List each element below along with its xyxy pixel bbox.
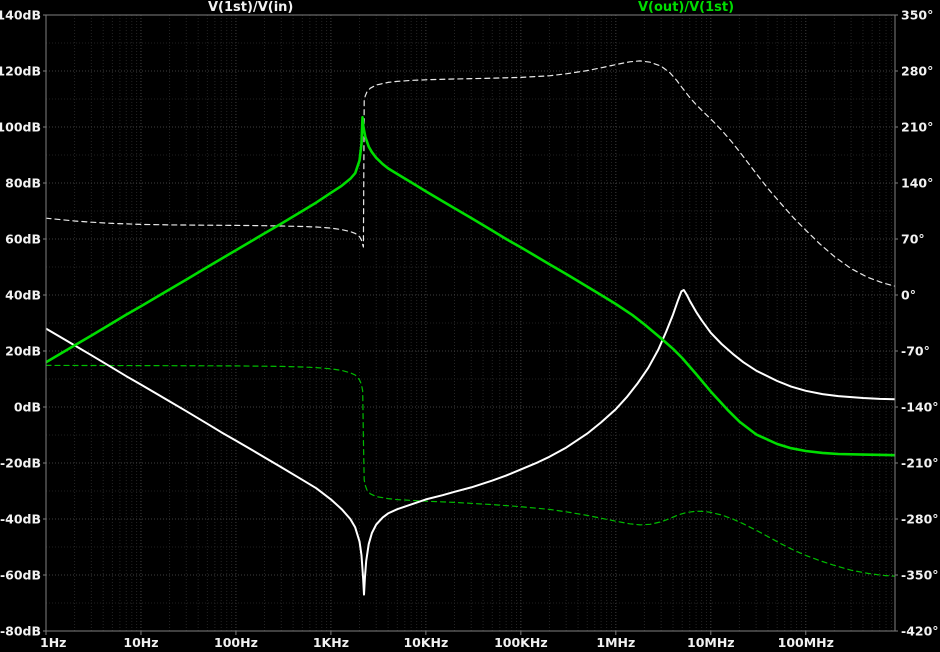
y-right-tick-label[interactable]: -140°: [901, 400, 939, 415]
y-left-tick-label[interactable]: 40dB: [5, 288, 41, 303]
y-right-tick-label[interactable]: -350°: [901, 568, 939, 583]
y-left-tick-label[interactable]: 60dB: [5, 232, 41, 247]
plot-background: [0, 0, 940, 652]
y-right-tick-label[interactable]: 0°: [901, 288, 916, 303]
y-left-tick-label[interactable]: 0dB: [14, 400, 41, 415]
y-right-tick-label[interactable]: -70°: [901, 344, 930, 359]
y-right-tick-label[interactable]: 280°: [901, 64, 933, 79]
waveform-viewer: 140dB 120dB 100dB 80dB 60dB 40dB 20dB 0dB -20dB -…: [0, 0, 940, 652]
y-right-tick-label[interactable]: -420°: [901, 624, 939, 639]
y-right-tick-label[interactable]: 210°: [901, 120, 933, 135]
y-left-tick-label[interactable]: -20dB: [0, 456, 41, 471]
x-tick-label[interactable]: 100MHz: [778, 635, 834, 650]
bode-plot-svg[interactable]: 140dB 120dB 100dB 80dB 60dB 40dB 20dB 0dB -20dB -…: [0, 0, 940, 652]
y-right-tick-label[interactable]: -210°: [901, 456, 939, 471]
y-right-tick-label[interactable]: 140°: [901, 176, 933, 191]
trace-label-v1st-vin[interactable]: V(1st)/V(in): [208, 0, 293, 15]
x-tick-label[interactable]: 100KHz: [494, 635, 548, 650]
x-tick-label[interactable]: 1KHz: [313, 635, 349, 650]
x-tick-label[interactable]: 100Hz: [214, 635, 258, 650]
y-left-tick-label[interactable]: 100dB: [0, 120, 41, 135]
y-right-tick-label[interactable]: 70°: [901, 232, 925, 247]
y-left-tick-label[interactable]: 20dB: [5, 344, 41, 359]
y-left-tick-label[interactable]: -40dB: [0, 512, 41, 527]
y-left-tick-label[interactable]: 120dB: [0, 64, 41, 79]
y-left-tick-label[interactable]: 80dB: [5, 176, 41, 191]
x-tick-label[interactable]: 1Hz: [40, 635, 66, 650]
x-tick-label[interactable]: 1MHz: [596, 635, 635, 650]
x-tick-label[interactable]: 10KHz: [403, 635, 448, 650]
bode-plot-pane[interactable]: 140dB 120dB 100dB 80dB 60dB 40dB 20dB 0dB -20dB -…: [0, 0, 940, 652]
y-right-tick-label[interactable]: 350°: [901, 8, 933, 23]
y-left-tick-label[interactable]: -80dB: [0, 624, 41, 639]
x-tick-label[interactable]: 10MHz: [687, 635, 735, 650]
x-tick-label[interactable]: 10Hz: [123, 635, 158, 650]
y-left-tick-label[interactable]: 140dB: [0, 8, 41, 23]
y-right-tick-label[interactable]: -280°: [901, 512, 939, 527]
y-left-tick-label[interactable]: -60dB: [0, 568, 41, 583]
trace-label-vout-v1st[interactable]: V(out)/V(1st): [638, 0, 734, 15]
